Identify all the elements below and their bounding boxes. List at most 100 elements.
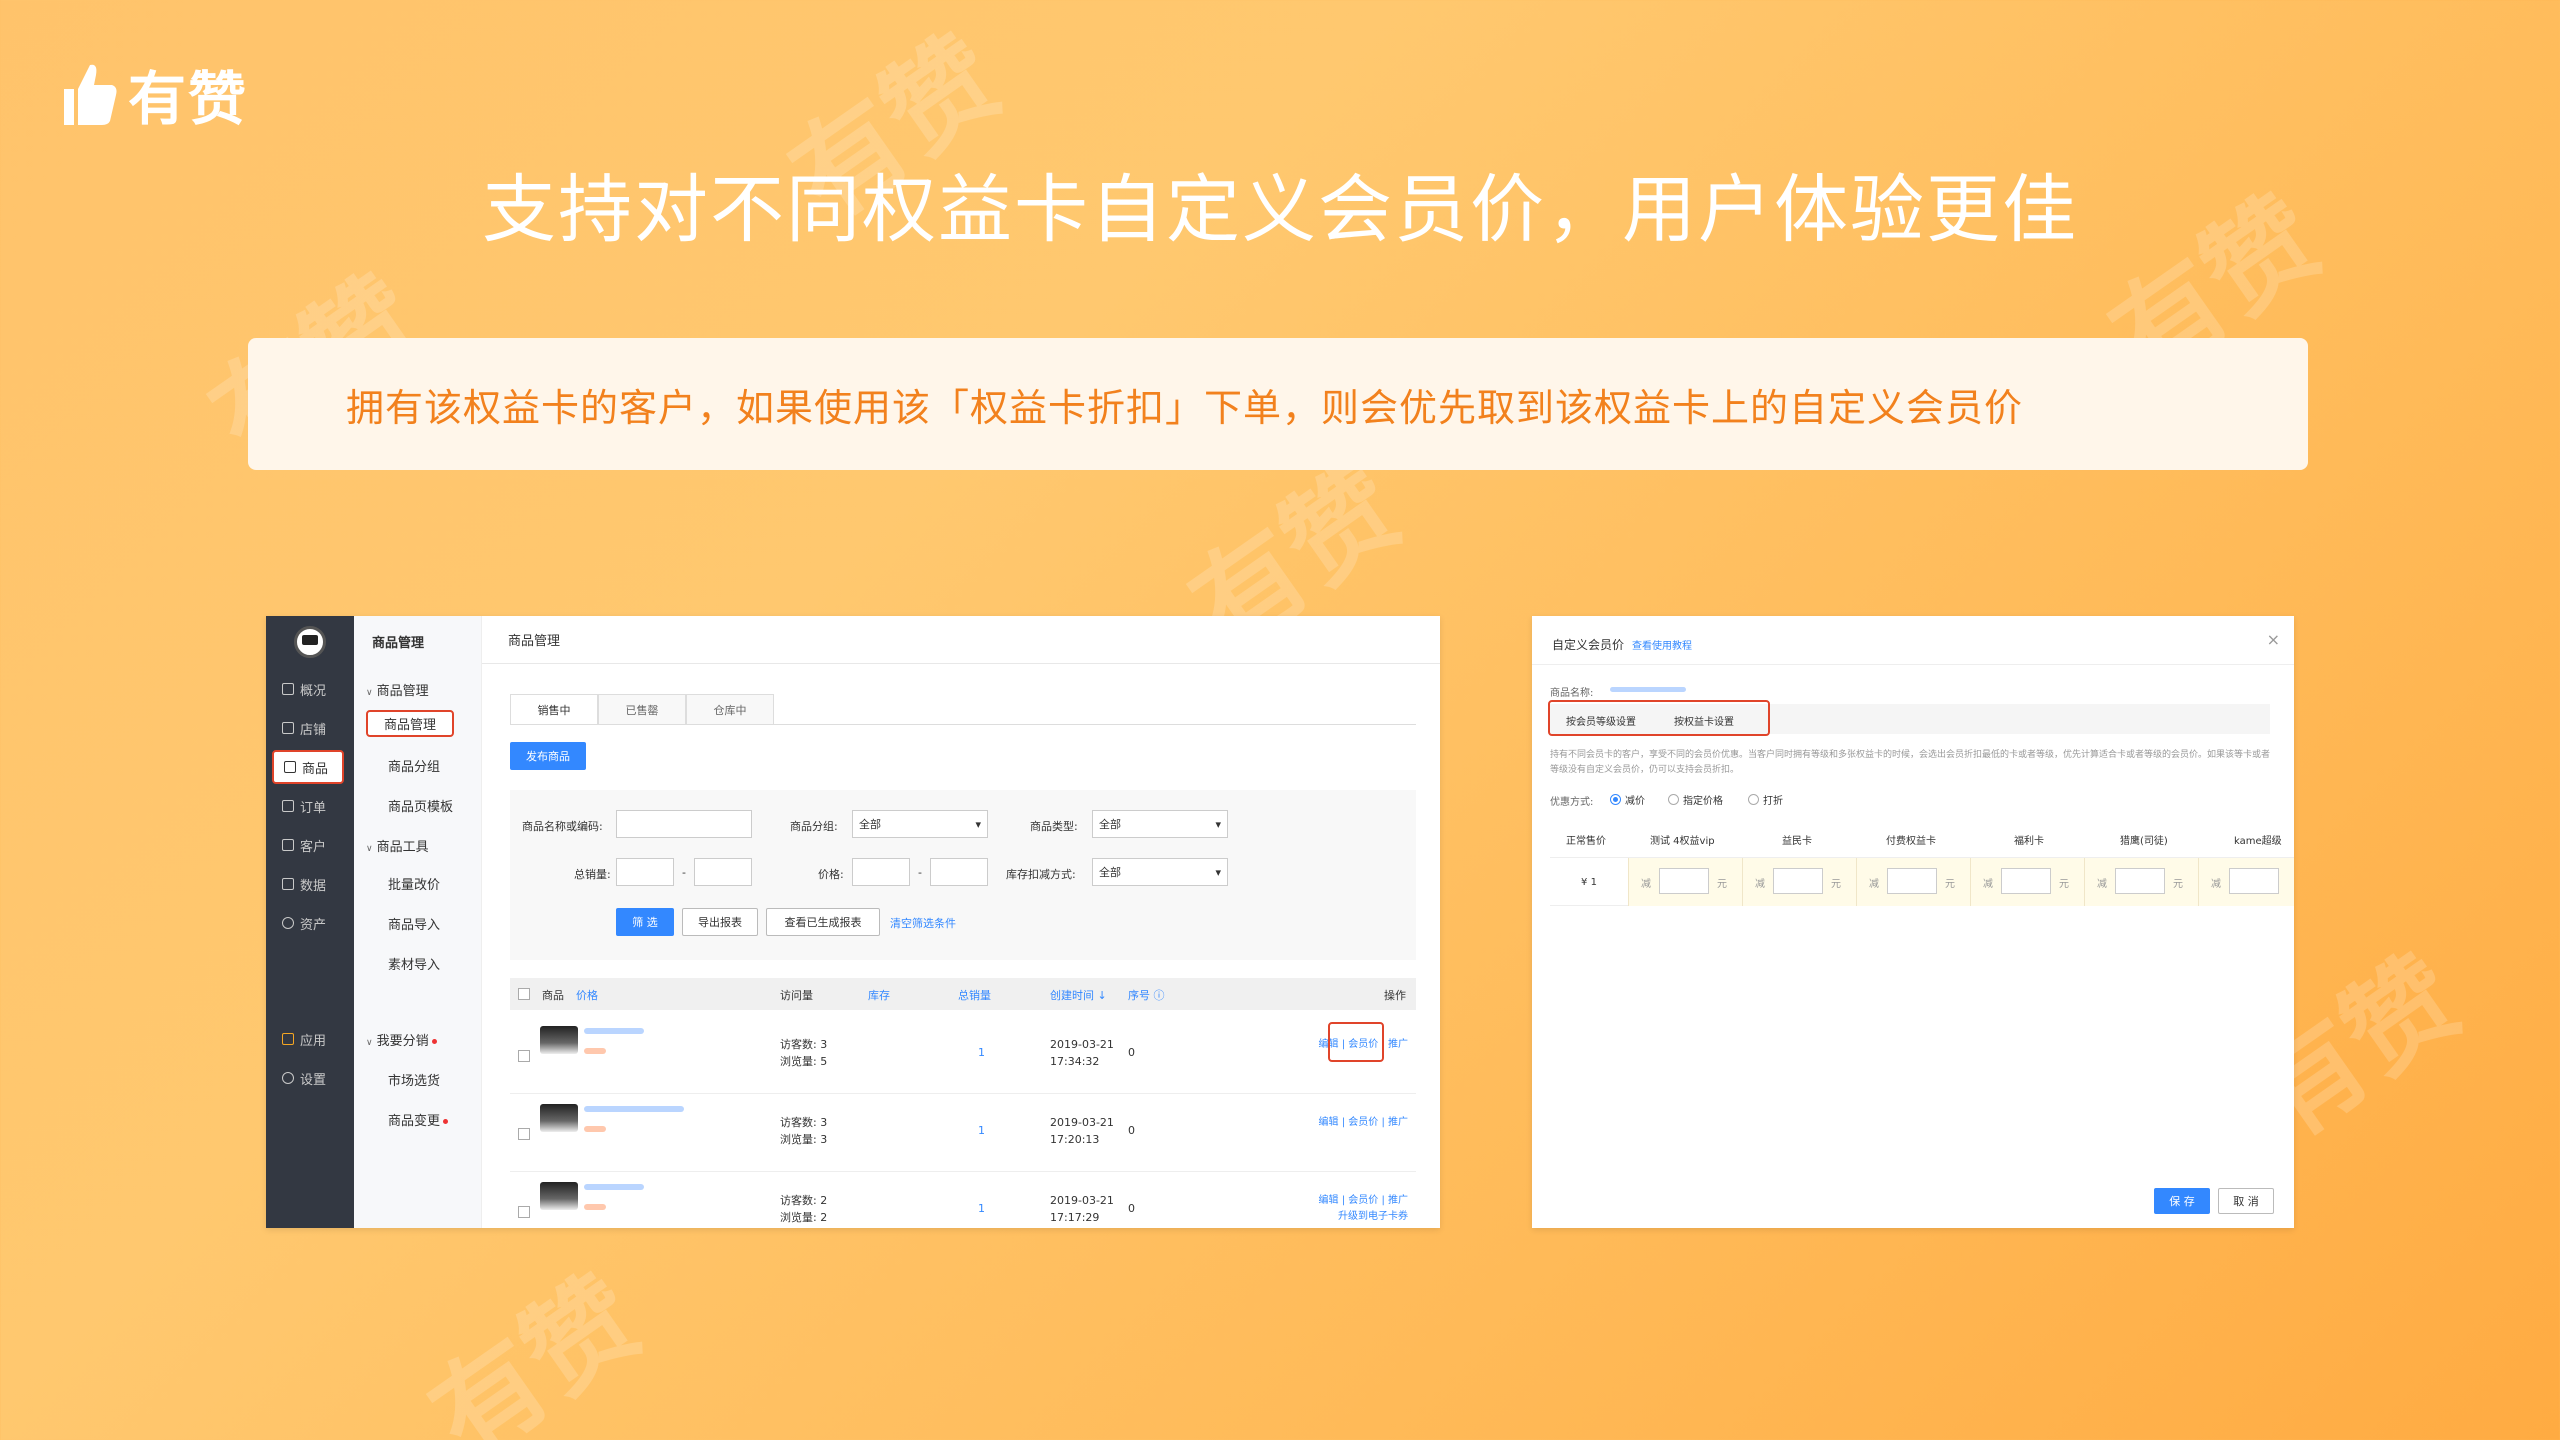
radio-fixed-price[interactable]: 指定价格	[1668, 792, 1723, 807]
nav-orders[interactable]: 订单	[266, 789, 354, 823]
main-sidebar: 概况 店铺 商品 订单 客户 数据 资产 应用 设置	[266, 616, 354, 1228]
sub-sidebar-title: 商品管理	[372, 636, 425, 651]
nav-shop[interactable]: 店铺	[266, 711, 354, 745]
nav-overview[interactable]: 概况	[266, 672, 354, 706]
type-filter-label: 商品类型:	[1030, 820, 1078, 833]
nav-customers[interactable]: 客户	[266, 828, 354, 862]
product-name-blurred	[584, 1184, 644, 1190]
brand-logo: 有赞	[62, 52, 248, 136]
nav-settings[interactable]: 设置	[266, 1061, 354, 1095]
table-header: 商品 价格 访问量 库存 总销量 创建时间 ↓ 序号 ⓘ 操作	[510, 978, 1416, 1010]
type-select[interactable]: 全部	[1092, 810, 1228, 838]
sub-group-distribution[interactable]: 我要分销	[366, 1030, 437, 1049]
sub-group-products[interactable]: 商品管理	[366, 680, 429, 699]
col-sales[interactable]: 总销量	[958, 987, 991, 1003]
sales-max-input[interactable]	[694, 858, 752, 886]
name-filter-input[interactable]	[616, 810, 752, 838]
product-list-screenshot: 概况 店铺 商品 订单 客户 数据 资产 应用 设置 商品管理 商品管理 商品管…	[266, 616, 1440, 1228]
price-input[interactable]	[1773, 868, 1823, 894]
main-content: 商品管理 销售中 已售罄 仓库中 发布商品 商品名称或编码: 商品分组: 全部 …	[482, 616, 1440, 1228]
row-actions[interactable]: 编辑 | 会员价 | 推广	[1319, 1114, 1408, 1131]
tab-warehouse[interactable]: 仓库中	[686, 694, 774, 724]
sales-count[interactable]: 1	[978, 1044, 985, 1061]
price-input[interactable]	[2115, 868, 2165, 894]
sub-item-product-group[interactable]: 商品分组	[388, 756, 440, 775]
sub-item-product-manage[interactable]: 商品管理	[366, 710, 455, 737]
select-all-checkbox[interactable]	[518, 988, 530, 1000]
card-price-cell: 减元	[1628, 858, 1742, 906]
sub-group-tools[interactable]: 商品工具	[366, 836, 429, 855]
price-input[interactable]	[1887, 868, 1937, 894]
mode-segment: 按会员等级设置 按权益卡设置	[1548, 700, 2270, 736]
help-note: 持有不同会员卡的客户，享受不同的会员价优惠。当客户同时拥有等级和多张权益卡的时候…	[1550, 750, 2271, 775]
export-button[interactable]: 导出报表	[682, 908, 758, 936]
radio-discount[interactable]: 打折	[1748, 792, 1783, 807]
upgrade-link[interactable]: 升级到电子卡券	[1338, 1208, 1408, 1225]
info-banner: 拥有该权益卡的客户，如果使用该「权益卡折扣」下单，则会优先取到该权益卡上的自定义…	[248, 338, 2308, 470]
col-card: 福利卡	[2014, 836, 2044, 847]
filter-button[interactable]: 筛 选	[616, 908, 674, 936]
view-reports-button[interactable]: 查看已生成报表	[766, 908, 880, 936]
tab-sold-out[interactable]: 已售罄	[598, 694, 686, 724]
sub-item-change[interactable]: 商品变更	[388, 1110, 449, 1129]
breadcrumb: 商品管理	[482, 616, 1440, 664]
range-dash: -	[682, 866, 686, 879]
sub-item-page-template[interactable]: 商品页模板	[388, 796, 453, 815]
view-count: 浏览量: 2	[780, 1211, 828, 1224]
sub-item-material[interactable]: 素材导入	[388, 954, 440, 973]
nav-apps[interactable]: 应用	[266, 1022, 354, 1056]
row-checkbox[interactable]	[518, 1206, 530, 1218]
nav-assets[interactable]: 资产	[266, 906, 354, 940]
cancel-button[interactable]: 取 消	[2218, 1188, 2274, 1214]
help-link[interactable]: 查看使用教程	[1632, 641, 1692, 652]
sub-item-batch-price[interactable]: 批量改价	[388, 874, 440, 893]
nav-data[interactable]: 数据	[266, 867, 354, 901]
gear-icon	[282, 1072, 294, 1084]
price-table-header: 正常售价 测试 4权益vip 益民卡 付费权益卡 福利卡 猎鹰(司徒) kame…	[1550, 818, 2294, 858]
row-checkbox[interactable]	[518, 1128, 530, 1140]
sales-count[interactable]: 1	[978, 1200, 985, 1217]
group-select[interactable]: 全部	[852, 810, 988, 838]
tab-on-sale[interactable]: 销售中	[510, 694, 598, 724]
notification-dot	[443, 1119, 449, 1124]
product-price-blurred	[584, 1126, 606, 1132]
product-name-blurred	[1610, 687, 1686, 692]
product-thumbnail	[540, 1104, 578, 1132]
clear-filter-link[interactable]: 清空筛选条件	[890, 915, 956, 931]
row-checkbox[interactable]	[518, 1050, 530, 1062]
price-input[interactable]	[1659, 868, 1709, 894]
price-input[interactable]	[2001, 868, 2051, 894]
sub-item-market[interactable]: 市场选货	[388, 1070, 440, 1089]
notification-dot	[431, 1039, 437, 1044]
radio-reduce[interactable]: 减价	[1610, 792, 1645, 807]
table-row: 访客数: 2 浏览量: 2 1 2019-03-21 17:17:29 0 编辑…	[510, 1172, 1416, 1228]
product-thumbnail	[540, 1026, 578, 1054]
card-price-cell: 减	[2198, 858, 2294, 906]
close-icon[interactable]: ×	[2267, 630, 2280, 649]
col-seq[interactable]: 序号 ⓘ	[1128, 987, 1165, 1003]
seq-value: 0	[1128, 1046, 1135, 1059]
sales-min-input[interactable]	[616, 858, 674, 886]
tag-icon	[284, 761, 296, 773]
col-created[interactable]: 创建时间 ↓	[1050, 987, 1107, 1003]
row-actions[interactable]: 编辑 | 会员价 | 推广	[1319, 1192, 1408, 1209]
price-input[interactable]	[2229, 868, 2279, 894]
price-filter-label: 价格:	[818, 868, 844, 881]
thumbs-up-icon	[64, 64, 117, 125]
stock-select[interactable]: 全部	[1092, 858, 1228, 886]
view-count: 浏览量: 3	[780, 1133, 828, 1146]
price-max-input[interactable]	[930, 858, 988, 886]
sales-count[interactable]: 1	[978, 1122, 985, 1139]
price-min-input[interactable]	[852, 858, 910, 886]
visitor-count: 访客数: 3	[780, 1116, 828, 1129]
product-name-label: 商品名称:	[1550, 688, 1594, 699]
publish-button[interactable]: 发布商品	[510, 742, 586, 770]
sub-item-import[interactable]: 商品导入	[388, 914, 440, 933]
col-stock[interactable]: 库存	[868, 987, 890, 1003]
nav-products[interactable]: 商品	[272, 750, 344, 784]
col-price[interactable]: 价格	[576, 987, 598, 1003]
avatar[interactable]	[294, 626, 326, 658]
save-button[interactable]: 保 存	[2154, 1188, 2210, 1214]
product-thumbnail	[540, 1182, 578, 1210]
dialog-title: 自定义会员价 查看使用教程	[1552, 638, 1693, 652]
